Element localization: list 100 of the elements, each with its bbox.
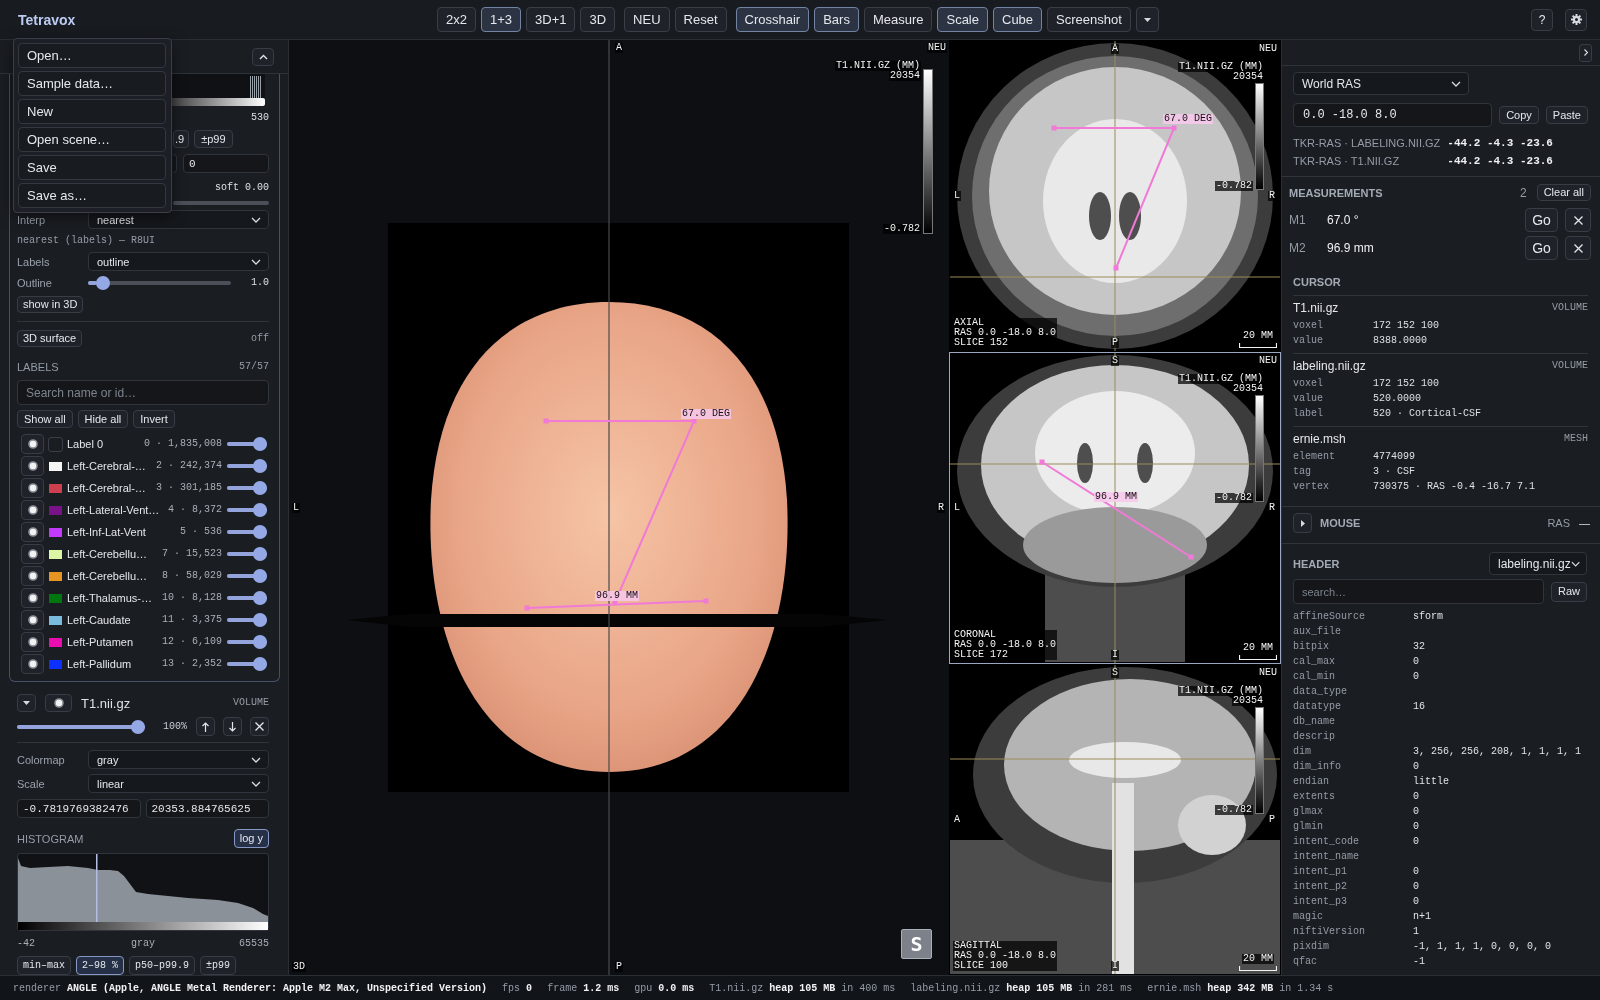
opacity-slider[interactable] [227, 503, 267, 517]
slider-thumb[interactable] [253, 591, 267, 605]
menu-item[interactable]: Sample data… [18, 71, 166, 96]
opacity-slider[interactable] [227, 547, 267, 561]
slider-thumb[interactable] [253, 481, 267, 495]
show-in-3d-button[interactable]: show in 3D [17, 296, 84, 313]
label-action-button[interactable]: Invert [133, 410, 175, 428]
layout-button[interactable]: 1+3 [480, 7, 522, 32]
slider-thumb[interactable] [253, 613, 267, 627]
expand-button[interactable] [17, 694, 36, 712]
slider-thumb[interactable] [253, 547, 267, 561]
opacity-slider[interactable] [227, 525, 267, 539]
opacity-slider[interactable] [227, 635, 267, 649]
layout-button[interactable]: 2x2 [437, 7, 476, 32]
surface-button[interactable]: 3D surface [17, 330, 83, 347]
menu-item[interactable]: Open… [18, 43, 166, 68]
range-preset-button[interactable]: 2–98 % [76, 956, 125, 975]
range-preset-button[interactable]: ±p99 [200, 956, 237, 975]
toggle-button[interactable]: Measure [863, 7, 933, 32]
visibility-toggle[interactable] [21, 654, 44, 674]
outline-slider[interactable] [88, 276, 231, 290]
slider-thumb[interactable] [253, 657, 267, 671]
visibility-toggle[interactable] [21, 434, 44, 454]
toggle-button[interactable]: Scale [937, 7, 988, 32]
view-button[interactable]: Reset [674, 7, 727, 32]
opacity-slider[interactable] [227, 437, 267, 451]
help-button[interactable]: ? [1531, 8, 1553, 31]
visibility-toggle[interactable] [21, 632, 44, 652]
visibility-toggle[interactable] [21, 544, 44, 564]
screenshot-menu-button[interactable] [1135, 7, 1159, 32]
coordinate-field[interactable]: 0.0 -18.0 8.0 [1293, 103, 1493, 127]
go-button[interactable]: Go [1525, 236, 1558, 260]
opacity-slider[interactable] [227, 613, 267, 627]
opacity-slider[interactable] [227, 481, 267, 495]
file-select[interactable]: labeling.nii.gz [1489, 552, 1587, 575]
delete-button[interactable] [1565, 236, 1591, 260]
go-button[interactable]: Go [1525, 208, 1558, 232]
log-scale-toggle[interactable]: log y [233, 829, 269, 848]
range-preset-button[interactable]: p50–p99.9 [129, 956, 196, 975]
input-field[interactable] [173, 154, 177, 173]
layout-button[interactable]: 3D [580, 7, 616, 32]
label-action-button[interactable]: Show all [17, 410, 73, 428]
settings-button[interactable] [1565, 8, 1587, 31]
move-down-button[interactable] [223, 717, 242, 736]
min-value-field[interactable]: -0.7819769382476 [17, 799, 141, 818]
label-action-button[interactable]: Hide all [77, 410, 129, 428]
max-value-field[interactable]: 20353.884765625 [145, 799, 269, 818]
opacity-slider[interactable] [227, 657, 267, 671]
visibility-toggle[interactable] [45, 694, 72, 712]
slider-thumb[interactable] [253, 437, 267, 451]
slider-thumb[interactable] [253, 635, 267, 649]
toggle-button[interactable]: Cube [993, 7, 1043, 32]
opacity-slider[interactable] [227, 591, 267, 605]
slice-view[interactable]: S NEU T1.NII.GZ (MM) 20354 -0.782 A P SAGITTAL RAS 0.0 -18.0 8.0 SLICE 100 20 MM I [949, 664, 1281, 975]
menu-item[interactable]: Open scene… [18, 127, 166, 152]
toggle-button[interactable]: Crosshair [735, 7, 810, 32]
colormap-select[interactable]: gray [88, 750, 269, 769]
interp-select[interactable]: nearest [88, 210, 269, 229]
menu-item[interactable]: Save [18, 155, 166, 180]
visibility-toggle[interactable] [21, 456, 44, 476]
collapse-panel-button[interactable] [1579, 43, 1592, 62]
coordinate-space-select[interactable]: World RAS [1293, 72, 1469, 95]
collapse-button[interactable] [252, 47, 274, 66]
visibility-toggle[interactable] [21, 566, 44, 586]
layout-button[interactable]: 3D+1 [526, 7, 576, 32]
preset-button[interactable]: ±p99 [194, 130, 233, 148]
labels-mode-select[interactable]: outline [88, 252, 269, 271]
slider-thumb[interactable] [253, 503, 267, 517]
delete-button[interactable] [1565, 208, 1591, 232]
menu-item[interactable]: Save as… [18, 183, 166, 208]
orientation-button[interactable]: S [901, 929, 932, 959]
clear-all-button[interactable]: Clear all [1536, 184, 1591, 201]
visibility-toggle[interactable] [21, 478, 44, 498]
opacity-slider[interactable] [227, 569, 267, 583]
preset-button[interactable]: .9 [173, 130, 190, 148]
toggle-button[interactable]: Bars [814, 7, 859, 32]
threshold-field[interactable]: 0 [182, 154, 269, 173]
visibility-toggle[interactable] [21, 610, 44, 630]
view-button[interactable]: NEU [624, 7, 670, 32]
slider-thumb[interactable] [95, 276, 110, 290]
paste-button[interactable]: Paste [1545, 106, 1588, 124]
slider-track[interactable] [173, 198, 269, 207]
visibility-toggle[interactable] [21, 588, 44, 608]
slider-thumb[interactable] [253, 569, 267, 583]
header-search-field[interactable]: search… [1293, 579, 1544, 604]
3d-view[interactable]: A NEU T1.NII.GZ (MM) 20354 -0.782 67.0 DEG L R 96.9 MM S 3D P [289, 40, 949, 975]
opacity-slider[interactable] [227, 459, 267, 473]
scale-select[interactable]: linear [88, 774, 269, 793]
visibility-toggle[interactable] [21, 522, 44, 542]
remove-layer-button[interactable] [250, 717, 269, 736]
slice-view[interactable]: S NEU T1.NII.GZ (MM) 20354 96.9 MM -0.782 L R CORONAL RAS 0.0 -18.0 8.0 SLICE 172 20 MM I [949, 352, 1281, 664]
slider-thumb[interactable] [253, 459, 267, 473]
menu-item[interactable]: New [18, 99, 166, 124]
visibility-toggle[interactable] [21, 500, 44, 520]
slice-view[interactable]: A NEU T1.NII.GZ (MM) 20354 67.0 DEG -0.782 L R AXIAL RAS 0.0 -18.0 8.0 SLICE 152 20 MM P [949, 40, 1281, 352]
expand-button[interactable] [1293, 513, 1312, 533]
range-preset-button[interactable]: min–max [17, 956, 71, 975]
slider-thumb[interactable] [253, 525, 267, 539]
opacity-slider[interactable] [17, 719, 145, 734]
slider-thumb[interactable] [131, 719, 145, 734]
